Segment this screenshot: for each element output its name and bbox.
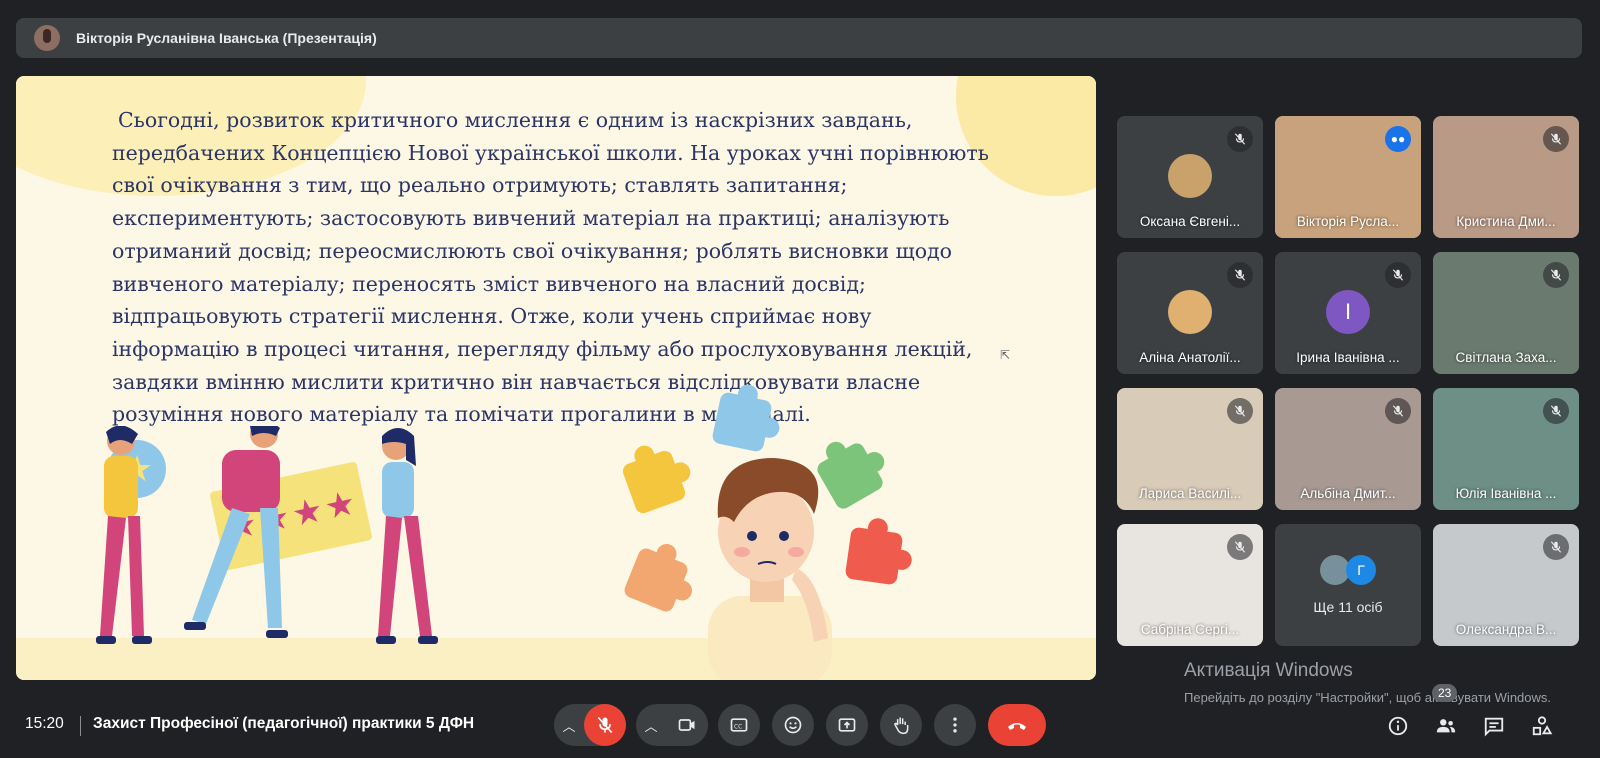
mic-off-icon [1543,398,1569,424]
participant-tile[interactable]: Сабріна Сергі... [1117,524,1263,646]
emoji-reactions-button[interactable] [772,704,814,746]
participant-name: Альбіна Дмит... [1300,486,1396,501]
mic-off-icon [1227,534,1253,560]
more-participants-label: Ще 11 осіб [1313,599,1383,615]
puzzle-piece-illustration [711,391,773,453]
more-participants-avatars: Г [1320,555,1376,585]
participants-count-badge: 23 [1432,684,1458,702]
activities-icon [1532,716,1553,736]
participant-tile[interactable]: Юлія Іванівна ... [1433,388,1579,510]
thinking-boy-illustration [708,458,832,680]
more-options-button[interactable] [934,704,976,746]
mic-off-icon [1227,126,1253,152]
mic-off-icon [1227,262,1253,288]
camera-icon [678,719,695,731]
slide-text: Сьогодні, розвиток критичного мислення є… [112,108,989,427]
camera-toggle-button[interactable] [666,704,708,746]
participant-name: Лариса Василі... [1138,486,1242,501]
participant-name: Кристина Дми... [1456,214,1556,229]
speaking-indicator-icon: ●● [1385,126,1411,152]
camera-control-group: ︿ [636,704,708,746]
avatar: Г [1346,555,1376,585]
participant-tile[interactable]: Альбіна Дмит... [1275,388,1421,510]
meeting-details-button[interactable] [1374,710,1422,742]
presenter-title: Вікторія Русланівна Іванська (Презентаці… [76,30,377,46]
participant-tile[interactable]: Світлана Заха... [1433,252,1579,374]
mic-toggle-button[interactable] [584,704,626,746]
call-controls: ︿ ︿ CC [554,704,1046,746]
emoji-icon [784,716,802,734]
participant-name: Ірина Іванівна ... [1296,350,1400,365]
avatar [1168,290,1212,334]
present-now-button[interactable] [826,704,868,746]
mic-options-chevron-icon[interactable]: ︿ [554,716,584,735]
meeting-tools: 23 [1374,684,1566,742]
more-vert-icon [953,717,957,733]
meeting-clock: 15:20 [25,715,64,732]
activation-title: Активація Windows [1184,660,1353,681]
avatar: І [1326,290,1370,334]
puzzle-piece-illustration [620,448,688,516]
mic-off-icon [1385,262,1411,288]
svg-text:CC: CC [734,724,742,730]
presentation-slide: Сьогодні, розвиток критичного мислення є… [16,76,1096,680]
camera-options-chevron-icon[interactable]: ︿ [636,716,666,735]
presenter-bar: Вікторія Русланівна Іванська (Презентаці… [16,18,1582,58]
mic-control-group: ︿ [554,704,626,746]
mic-off-icon [1543,126,1569,152]
mic-off-icon [597,716,613,734]
mic-off-icon [1543,534,1569,560]
captions-button[interactable]: CC [718,704,760,746]
participant-tile[interactable]: Лариса Василі... [1117,388,1263,510]
end-call-icon [1008,723,1026,730]
participant-name: Оксана Євгені... [1139,214,1241,229]
participant-name: Вікторія Русла... [1296,214,1400,229]
participant-name: Аліна Анатолії... [1139,350,1241,365]
more-participants-tile[interactable]: Г Ще 11 осіб [1275,524,1421,646]
participant-tile[interactable]: І Ірина Іванівна ... [1275,252,1421,374]
presenter-avatar [34,25,60,51]
people-illustration [96,426,438,644]
participant-name: Юлія Іванівна ... [1455,486,1557,501]
participant-name: Світлана Заха... [1455,350,1557,365]
chat-button[interactable] [1470,710,1518,742]
mic-off-icon [1227,398,1253,424]
participant-tile[interactable]: ●● Вікторія Русла... [1275,116,1421,238]
participant-name: Олександра В... [1455,622,1557,637]
participant-grid: Оксана Євгені... ●● Вікторія Русла... Крист… [1117,116,1579,650]
captions-icon: CC [730,718,748,732]
participant-tile[interactable]: Олександра В... [1433,524,1579,646]
divider [80,716,81,736]
chat-icon [1484,717,1504,737]
activities-button[interactable] [1518,710,1566,742]
avatar [1168,154,1212,198]
raise-hand-icon [894,717,909,735]
meeting-title: Захист Професіної (педагогічної) практик… [93,715,475,732]
mic-off-icon [1543,262,1569,288]
info-icon [1388,716,1408,736]
people-button[interactable]: 23 [1422,684,1470,742]
participant-tile[interactable]: Аліна Анатолії... [1117,252,1263,374]
end-call-button[interactable] [988,704,1046,746]
puzzle-piece-illustration [622,546,690,614]
people-icon [1436,719,1456,733]
participant-tile[interactable]: Кристина Дми... [1433,116,1579,238]
participant-tile[interactable]: Оксана Євгені... [1117,116,1263,238]
present-icon [838,718,856,732]
mouse-cursor-icon: ⇱ [1000,348,1011,362]
mic-off-icon [1385,398,1411,424]
participant-name: Сабріна Сергі... [1140,622,1240,637]
raise-hand-button[interactable] [880,704,922,746]
bottom-bar: 15:20 Захист Професіної (педагогічної) п… [0,684,1600,758]
